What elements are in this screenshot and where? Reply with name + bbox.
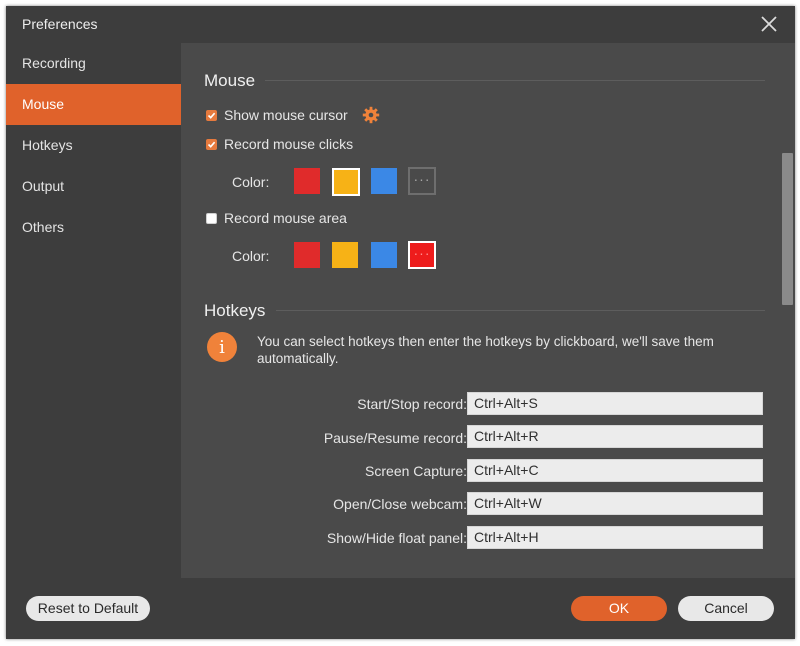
sidebar-item-others[interactable]: Others bbox=[6, 207, 181, 248]
sidebar: Recording Mouse Hotkeys Output Others bbox=[6, 43, 181, 578]
sidebar-item-hotkeys[interactable]: Hotkeys bbox=[6, 125, 181, 166]
preferences-window: Preferences Recording Mouse Hotkeys Outp… bbox=[6, 6, 795, 639]
more-icon: ··· bbox=[413, 244, 431, 261]
info-icon: i bbox=[207, 332, 237, 362]
close-button[interactable] bbox=[759, 14, 779, 34]
record-mouse-area-checkbox[interactable] bbox=[206, 212, 217, 224]
sidebar-item-mouse[interactable]: Mouse bbox=[6, 84, 181, 125]
scrollbar-thumb[interactable] bbox=[782, 153, 793, 305]
hotkeys-section-divider bbox=[276, 310, 765, 311]
title-bar: Preferences bbox=[6, 6, 795, 43]
clicks-color-blue-swatch[interactable] bbox=[371, 168, 397, 194]
hotkey-label-float-panel: Show/Hide float panel: bbox=[326, 530, 467, 546]
hotkey-input-webcam[interactable]: Ctrl+Alt+W bbox=[467, 492, 763, 515]
clicks-color-label: Color: bbox=[232, 174, 270, 190]
hotkey-input-pause-resume[interactable]: Ctrl+Alt+R bbox=[467, 425, 763, 448]
hotkey-input-float-panel[interactable]: Ctrl+Alt+H bbox=[467, 526, 763, 549]
settings-panel: Mouse Show mouse cursor Record mouse cli… bbox=[181, 43, 795, 578]
hotkey-label-webcam: Open/Close webcam: bbox=[333, 496, 467, 512]
footer-bar: Reset to Default OK Cancel bbox=[6, 578, 795, 639]
hotkey-input-screen-capture[interactable]: Ctrl+Alt+C bbox=[467, 459, 763, 482]
area-color-blue-swatch[interactable] bbox=[371, 242, 397, 268]
sidebar-item-output[interactable]: Output bbox=[6, 166, 181, 207]
check-icon bbox=[207, 112, 216, 119]
more-icon: ··· bbox=[413, 170, 431, 187]
ok-button[interactable]: OK bbox=[571, 596, 667, 621]
hotkey-label-screen-capture: Screen Capture: bbox=[365, 463, 467, 479]
gear-icon[interactable] bbox=[362, 106, 380, 124]
close-icon bbox=[761, 16, 777, 32]
sidebar-item-recording[interactable]: Recording bbox=[6, 43, 181, 84]
window-title: Preferences bbox=[22, 16, 98, 32]
record-mouse-clicks-checkbox[interactable] bbox=[206, 138, 217, 150]
mouse-section-title: Mouse bbox=[204, 71, 256, 90]
area-color-yellow-swatch[interactable] bbox=[332, 242, 358, 268]
hotkeys-section-title: Hotkeys bbox=[204, 301, 266, 320]
record-mouse-clicks-option[interactable]: Record mouse clicks bbox=[206, 135, 353, 153]
record-mouse-area-option[interactable]: Record mouse area bbox=[206, 209, 347, 227]
hotkey-input-start-stop[interactable]: Ctrl+Alt+S bbox=[467, 392, 763, 415]
area-custom-color-button[interactable]: ··· bbox=[408, 241, 436, 269]
record-mouse-clicks-label: Record mouse clicks bbox=[224, 136, 354, 152]
area-color-red-swatch[interactable] bbox=[294, 242, 320, 268]
show-mouse-cursor-checkbox[interactable] bbox=[206, 109, 217, 121]
mouse-section-divider bbox=[265, 80, 765, 81]
show-mouse-cursor-label: Show mouse cursor bbox=[224, 107, 348, 123]
clicks-more-colors-button[interactable]: ··· bbox=[408, 167, 436, 195]
area-color-label: Color: bbox=[232, 248, 270, 264]
clicks-color-yellow-swatch[interactable] bbox=[332, 168, 360, 196]
hotkeys-info-text: You can select hotkeys then enter the ho… bbox=[257, 334, 714, 366]
scrollbar[interactable] bbox=[779, 43, 795, 578]
record-mouse-area-label: Record mouse area bbox=[224, 210, 347, 226]
clicks-color-red-swatch[interactable] bbox=[294, 168, 320, 194]
hotkey-label-start-stop: Start/Stop record: bbox=[357, 396, 467, 412]
reset-to-default-button[interactable]: Reset to Default bbox=[26, 596, 150, 621]
hotkey-label-pause-resume: Pause/Resume record: bbox=[323, 430, 467, 446]
cancel-button[interactable]: Cancel bbox=[678, 596, 774, 621]
check-icon bbox=[207, 141, 216, 148]
show-mouse-cursor-option[interactable]: Show mouse cursor bbox=[206, 106, 380, 124]
